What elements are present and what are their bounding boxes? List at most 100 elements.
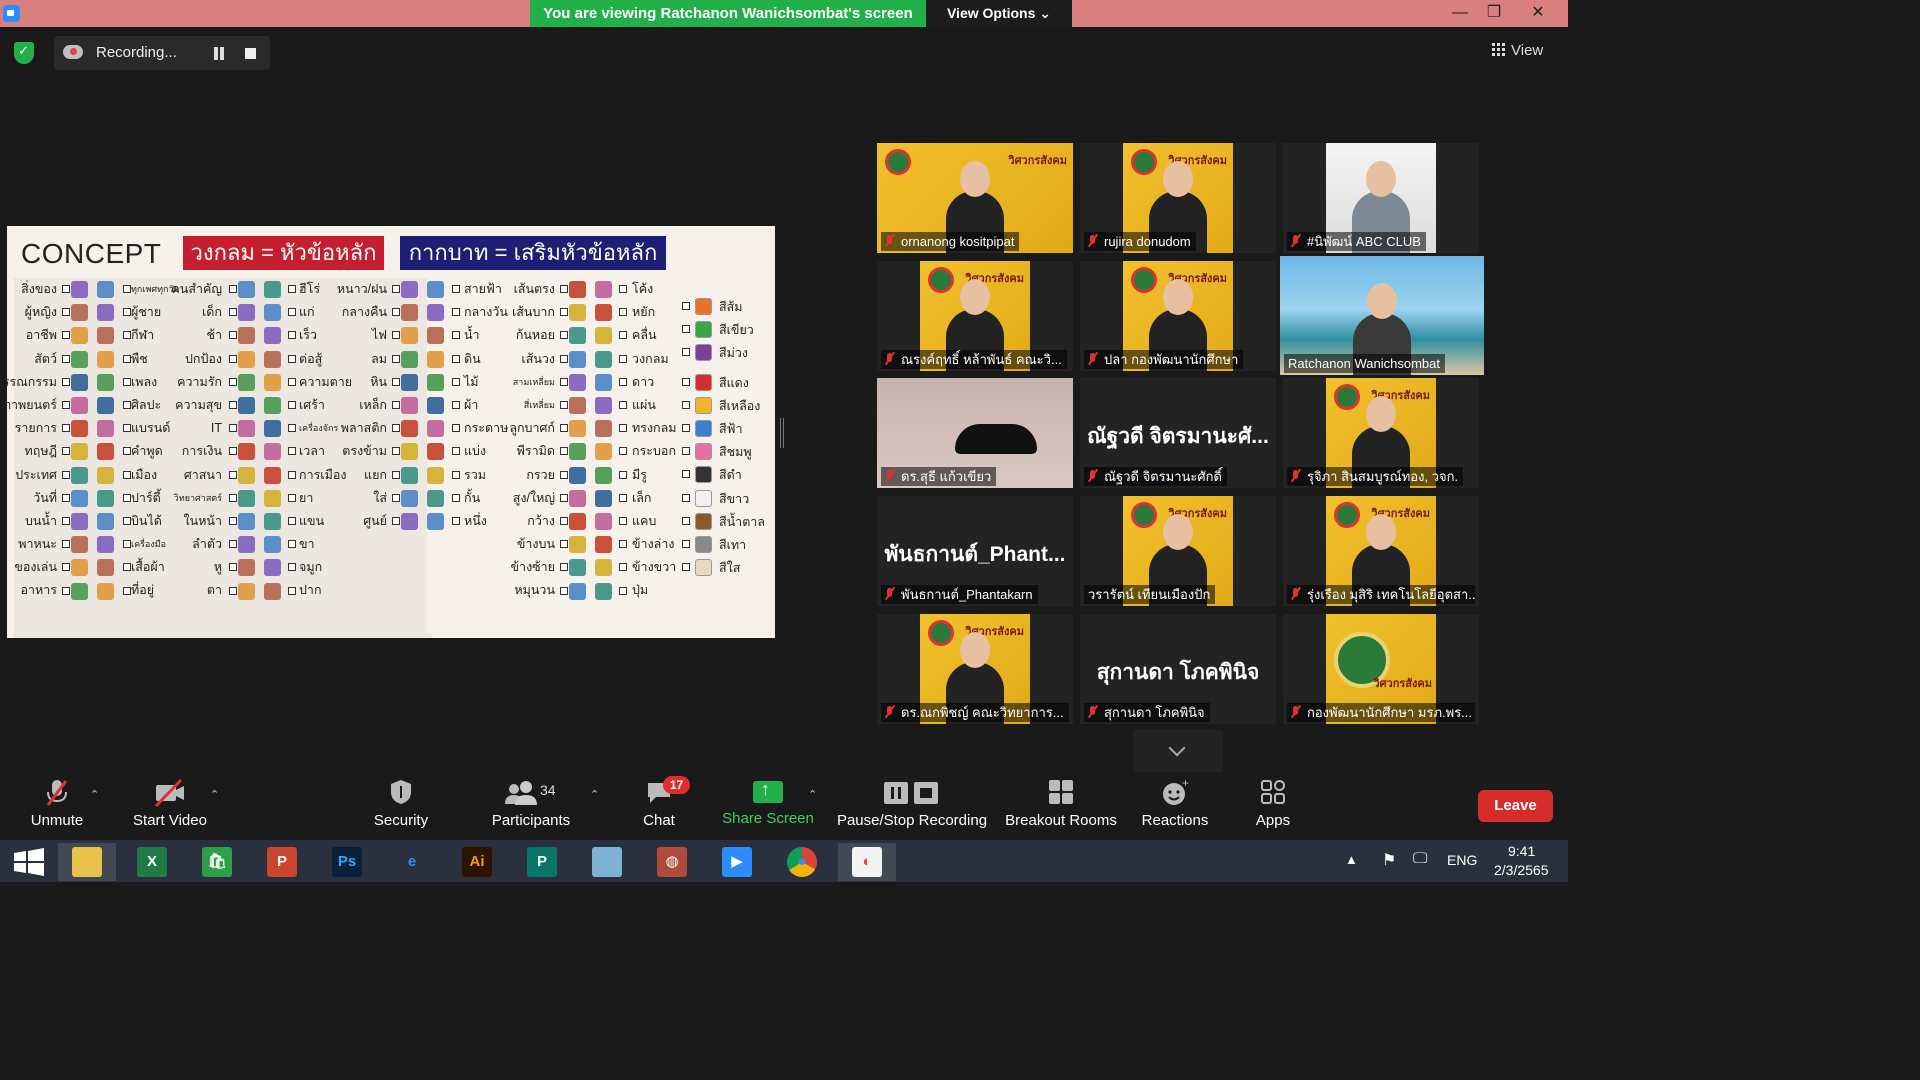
participant-display-name: ณัฐวดี จิตรมานะศั... bbox=[1087, 425, 1269, 448]
slide-word: ความสุข bbox=[175, 397, 222, 412]
participant-tile[interactable]: วิศวกรสังคม วรารัตน์ เทียนเมืองปัก bbox=[1080, 496, 1276, 606]
slide-checkbox bbox=[229, 517, 237, 525]
participant-tile[interactable]: วิศวกรสังคม ปลา กองพัฒนานักศึกษา bbox=[1080, 261, 1276, 371]
taskbar-app-photoscape[interactable]: ◍ bbox=[643, 843, 701, 881]
breakout-rooms-button[interactable]: Breakout Rooms bbox=[1004, 772, 1118, 838]
taskbar-app-store[interactable]: 🛍 bbox=[188, 843, 246, 881]
participant-tile[interactable]: #นิพัฒน์ ABC CLUB bbox=[1283, 143, 1479, 253]
taskbar-app-illustrator[interactable]: Ai bbox=[448, 843, 506, 881]
taskbar-app-publisher[interactable]: P bbox=[513, 843, 571, 881]
participant-tile[interactable]: วิศวกรสังคม รุ่งเรือง มุสิริ เทคโนโลยีอุต… bbox=[1283, 496, 1479, 606]
participant-name: ณัฐวดี จิตรมานะศักดิ์ bbox=[1104, 469, 1222, 484]
slide-word: หมุนวน bbox=[514, 583, 555, 598]
clock-date[interactable]: 2/3/2565 bbox=[1494, 862, 1549, 878]
action-center-flag-icon[interactable]: ⚑ bbox=[1382, 850, 1396, 870]
participant-name-tag: rujira donudom bbox=[1084, 232, 1196, 251]
participant-tile[interactable]: วิศวกรสังคม กองพัฒนานักศึกษา มรภ.พร... bbox=[1283, 614, 1479, 724]
close-window-button[interactable]: ✕ bbox=[1518, 0, 1558, 27]
slide-concept-icon bbox=[97, 582, 114, 600]
taskbar-app-edge[interactable]: e bbox=[383, 843, 441, 881]
clock-time[interactable]: 9:41 bbox=[1508, 843, 1535, 859]
slide-concept-icon bbox=[97, 489, 114, 507]
participant-tile[interactable]: วิศวกรสังคม ดร.ณกพิชญ์ คณะวิทยาการ... bbox=[877, 614, 1073, 724]
color-label: สีชมพู bbox=[719, 445, 752, 460]
start-button[interactable] bbox=[0, 843, 58, 881]
tray-overflow-chevron-icon[interactable]: ▲ bbox=[1345, 852, 1358, 867]
start-video-button[interactable]: Start Video bbox=[128, 772, 212, 838]
pause-recording-icon[interactable] bbox=[212, 47, 226, 60]
taskbar-app-paint[interactable]: ◐ bbox=[838, 843, 896, 881]
gallery-next-page-button[interactable] bbox=[1133, 730, 1223, 772]
slide-word: อาหาร bbox=[20, 583, 58, 598]
slide-checkbox bbox=[619, 540, 627, 549]
slide-word: หู bbox=[213, 560, 222, 575]
color-swatch-icon bbox=[695, 420, 712, 437]
slide-checkbox bbox=[392, 377, 400, 386]
share-options-chevron-icon[interactable]: ⌃ bbox=[808, 788, 817, 801]
muted-mic-icon bbox=[885, 588, 895, 600]
slide-word: หนาว/ฝน bbox=[336, 282, 387, 296]
slide-word: กว้าง bbox=[527, 513, 555, 528]
participant-tile[interactable]: Ratchanon Wanichsombat bbox=[1280, 256, 1484, 375]
slide-concept-icon bbox=[569, 397, 586, 414]
participant-tile[interactable]: วิศวกรสังคม รุจิภา สินสมบูรณ์ทอง, วจก. bbox=[1283, 378, 1479, 488]
participants-options-chevron-icon[interactable]: ⌃ bbox=[590, 788, 599, 801]
audio-options-chevron-icon[interactable]: ⌃ bbox=[90, 788, 99, 801]
slide-checkbox bbox=[392, 354, 400, 363]
apps-button[interactable]: Apps bbox=[1244, 772, 1302, 838]
taskbar-app-notepad[interactable] bbox=[578, 843, 636, 881]
participant-tile[interactable]: วิศวกรสังคม ณรงค์ฤทธิ์ หล้าพันธ์ คณะวิ... bbox=[877, 261, 1073, 371]
input-language[interactable]: ENG bbox=[1447, 852, 1477, 868]
unmute-button[interactable]: Unmute bbox=[18, 772, 96, 838]
slide-concept-icon bbox=[264, 327, 281, 345]
view-options-button[interactable]: View Options ⌄ bbox=[926, 0, 1072, 27]
pause-stop-label: Pause/Stop Recording bbox=[836, 812, 988, 829]
slide-checkbox bbox=[682, 447, 690, 456]
share-screen-button[interactable]: Share Screen bbox=[722, 772, 814, 838]
taskbar-app-photoshop[interactable]: Ps bbox=[318, 843, 376, 881]
recording-bar: Recording... bbox=[0, 33, 270, 73]
slide-concept-icon bbox=[401, 304, 418, 322]
reactions-button[interactable]: + Reactions bbox=[1138, 772, 1212, 838]
color-label: สีส้ม bbox=[719, 300, 743, 314]
participant-tile[interactable]: วิศวกรสังคม rujira donudom bbox=[1080, 143, 1276, 253]
slide-word: รายการ bbox=[14, 421, 57, 436]
slide-checkbox bbox=[682, 302, 690, 310]
participant-tile[interactable]: พันธกานต์_Phant... พันธกานต์_Phantakarn bbox=[877, 496, 1073, 606]
video-options-chevron-icon[interactable]: ⌃ bbox=[210, 788, 219, 801]
slide-concept-icon bbox=[238, 489, 255, 507]
view-layout-button[interactable]: View bbox=[1492, 42, 1543, 59]
slide-concept-icon bbox=[401, 466, 418, 484]
taskbar-app-powerpoint[interactable]: P bbox=[253, 843, 311, 881]
taskbar-app-chrome[interactable]: ● bbox=[773, 843, 831, 881]
restore-button[interactable]: ❐ bbox=[1474, 0, 1514, 27]
slide-word: ศูนย์ bbox=[363, 513, 387, 528]
participant-tile[interactable]: วิศวกรสังคม ornanong kositpipat bbox=[877, 143, 1073, 253]
network-icon[interactable]: 🖵 bbox=[1413, 850, 1427, 867]
pause-stop-recording-button[interactable]: Pause/Stop Recording bbox=[836, 772, 988, 838]
slide-concept-icon bbox=[97, 397, 114, 414]
taskbar-app-excel[interactable]: X bbox=[123, 843, 181, 881]
slide-checkbox bbox=[229, 285, 237, 293]
encryption-shield-icon[interactable] bbox=[14, 42, 34, 64]
slide-word: ไฟ bbox=[371, 328, 387, 343]
slide-concept-icon bbox=[238, 536, 255, 554]
stop-recording-icon[interactable] bbox=[245, 48, 256, 59]
split-divider-handle[interactable] bbox=[780, 418, 784, 448]
slide-word: พีรามิด bbox=[516, 444, 555, 459]
color-swatch-icon bbox=[695, 536, 712, 553]
leave-meeting-button[interactable]: Leave bbox=[1478, 790, 1553, 822]
participants-button[interactable]: 34 Participants bbox=[488, 772, 574, 838]
slide-word: ลำตัว bbox=[192, 537, 222, 552]
participant-tile[interactable]: ดร.สุธี แก้วเขียว bbox=[877, 378, 1073, 488]
slide-checkbox bbox=[619, 401, 627, 409]
slide-word: แคบ bbox=[632, 513, 657, 528]
taskbar-app-explorer[interactable] bbox=[58, 843, 116, 881]
slide-concept-icon bbox=[71, 373, 88, 391]
taskbar-app-zoom[interactable]: ▶ bbox=[708, 843, 766, 881]
participant-tile[interactable]: ณัฐวดี จิตรมานะศั... ณัฐวดี จิตรมานะศักดิ… bbox=[1080, 378, 1276, 488]
color-swatch-icon bbox=[695, 298, 712, 315]
slide-checkbox bbox=[619, 563, 627, 572]
security-button[interactable]: Security bbox=[366, 772, 436, 838]
participant-tile[interactable]: สุกานดา โภคพินิจ สุกานดา โภคพินิจ bbox=[1080, 614, 1276, 724]
